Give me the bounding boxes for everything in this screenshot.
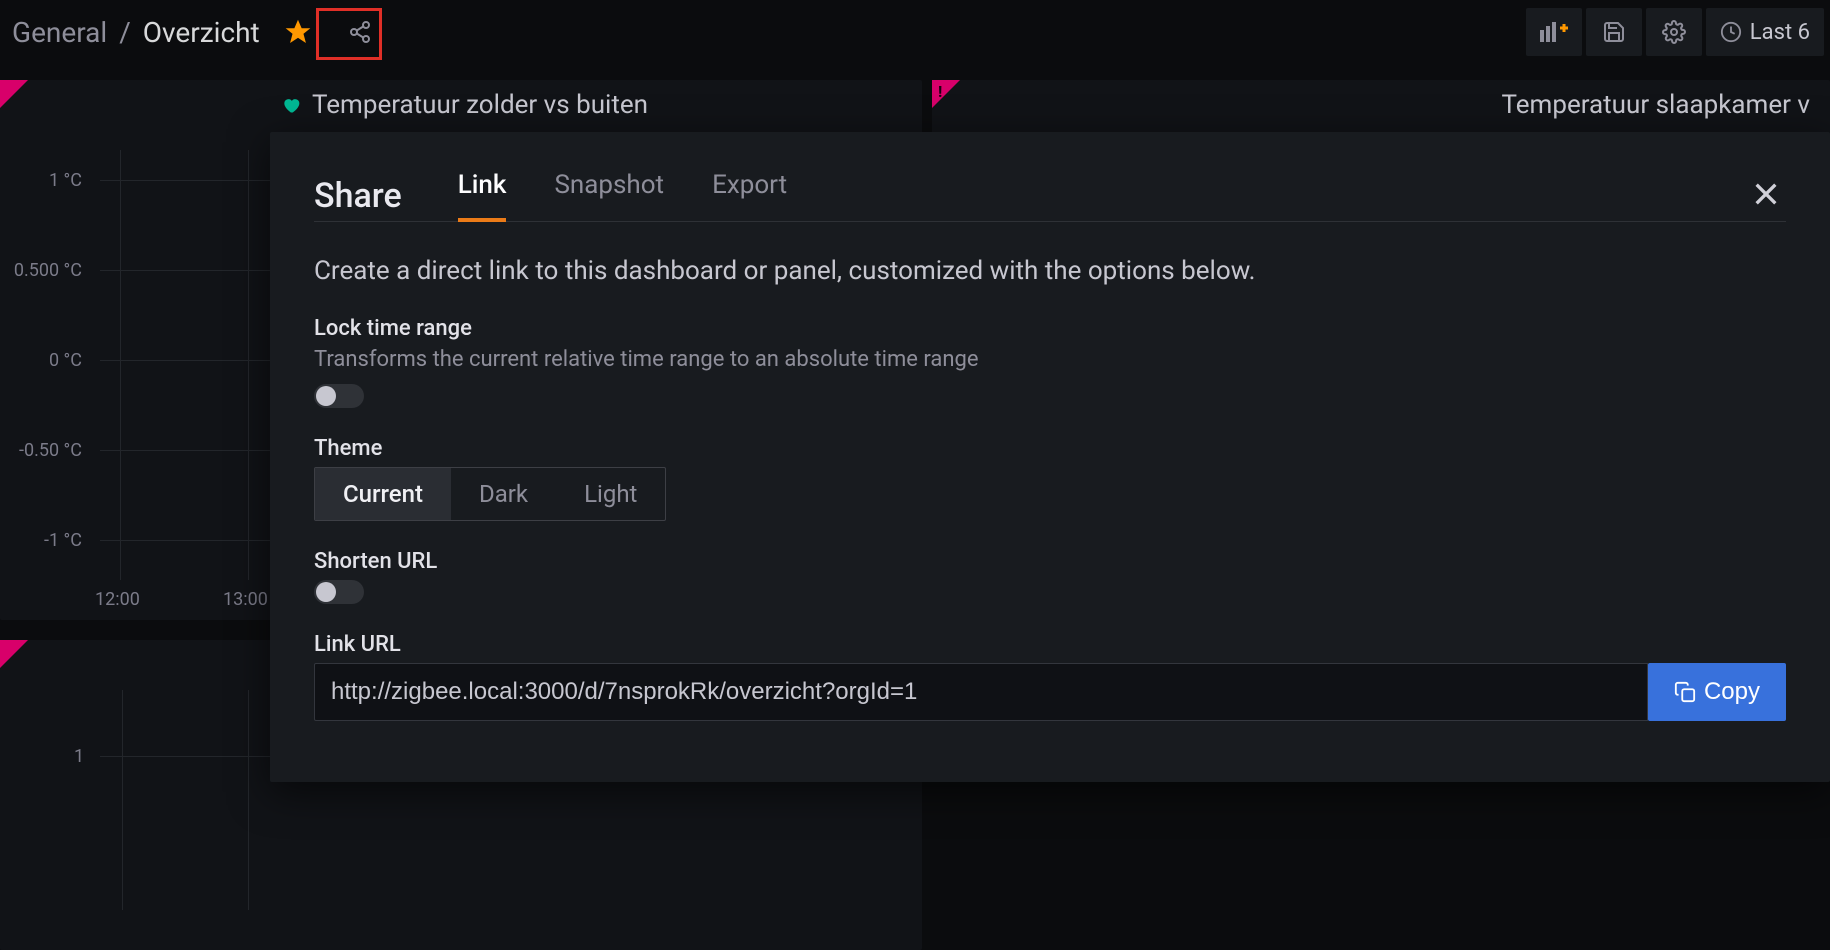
x-tick: 13:00	[223, 589, 268, 610]
theme-label: Theme	[314, 436, 1786, 461]
tab-export[interactable]: Export	[712, 170, 787, 222]
settings-gear-icon[interactable]	[1646, 8, 1702, 56]
y-tick: -1 °C	[44, 530, 82, 551]
panel-title: Temperatuur zolder vs buiten	[312, 90, 648, 120]
theme-light-button[interactable]: Light	[556, 468, 665, 520]
theme-button-group: Current Dark Light	[314, 467, 666, 521]
tab-snapshot[interactable]: Snapshot	[554, 170, 664, 222]
time-range-label: Last 6	[1750, 20, 1810, 45]
y-tick: 1	[74, 746, 84, 767]
theme-dark-button[interactable]: Dark	[451, 468, 556, 520]
shorten-url-toggle[interactable]	[314, 580, 364, 604]
close-icon[interactable]	[1750, 178, 1786, 214]
lock-time-toggle[interactable]	[314, 384, 364, 408]
y-tick: 1 °C	[49, 170, 82, 191]
y-tick: -0.50 °C	[19, 440, 82, 461]
y-tick: 0.500 °C	[14, 260, 82, 281]
add-panel-button[interactable]	[1526, 8, 1582, 56]
breadcrumb-current[interactable]: Overzicht	[143, 16, 260, 49]
breadcrumb-separator: /	[119, 16, 131, 49]
save-dashboard-button[interactable]	[1586, 8, 1642, 56]
share-description: Create a direct link to this dashboard o…	[314, 256, 1786, 286]
copy-button-label: Copy	[1704, 678, 1760, 706]
link-url-label: Link URL	[314, 632, 1786, 657]
share-modal-title: Share	[314, 176, 402, 216]
breadcrumb-root[interactable]: General	[12, 16, 107, 49]
shorten-url-label: Shorten URL	[314, 549, 1786, 574]
copy-button[interactable]: Copy	[1648, 663, 1786, 721]
x-tick: 12:00	[95, 589, 140, 610]
time-range-button[interactable]: Last 6	[1706, 8, 1824, 56]
lock-time-sub: Transforms the current relative time ran…	[314, 347, 1786, 372]
tab-link[interactable]: Link	[458, 170, 507, 222]
share-icon[interactable]	[340, 12, 380, 52]
top-toolbar: General / Overzicht	[0, 0, 1830, 64]
panel-title: Temperatuur slaapkamer v	[1502, 90, 1811, 120]
link-url-input[interactable]	[314, 663, 1648, 721]
toolbar-right: Last 6	[1526, 8, 1824, 56]
favorite-star-icon[interactable]	[278, 12, 318, 52]
share-modal: Share Link Snapshot Export Create a dire…	[270, 132, 1830, 782]
heart-icon	[280, 95, 302, 115]
y-tick: 0 °C	[49, 350, 82, 371]
theme-current-button[interactable]: Current	[315, 468, 451, 520]
lock-time-label: Lock time range	[314, 316, 1786, 341]
